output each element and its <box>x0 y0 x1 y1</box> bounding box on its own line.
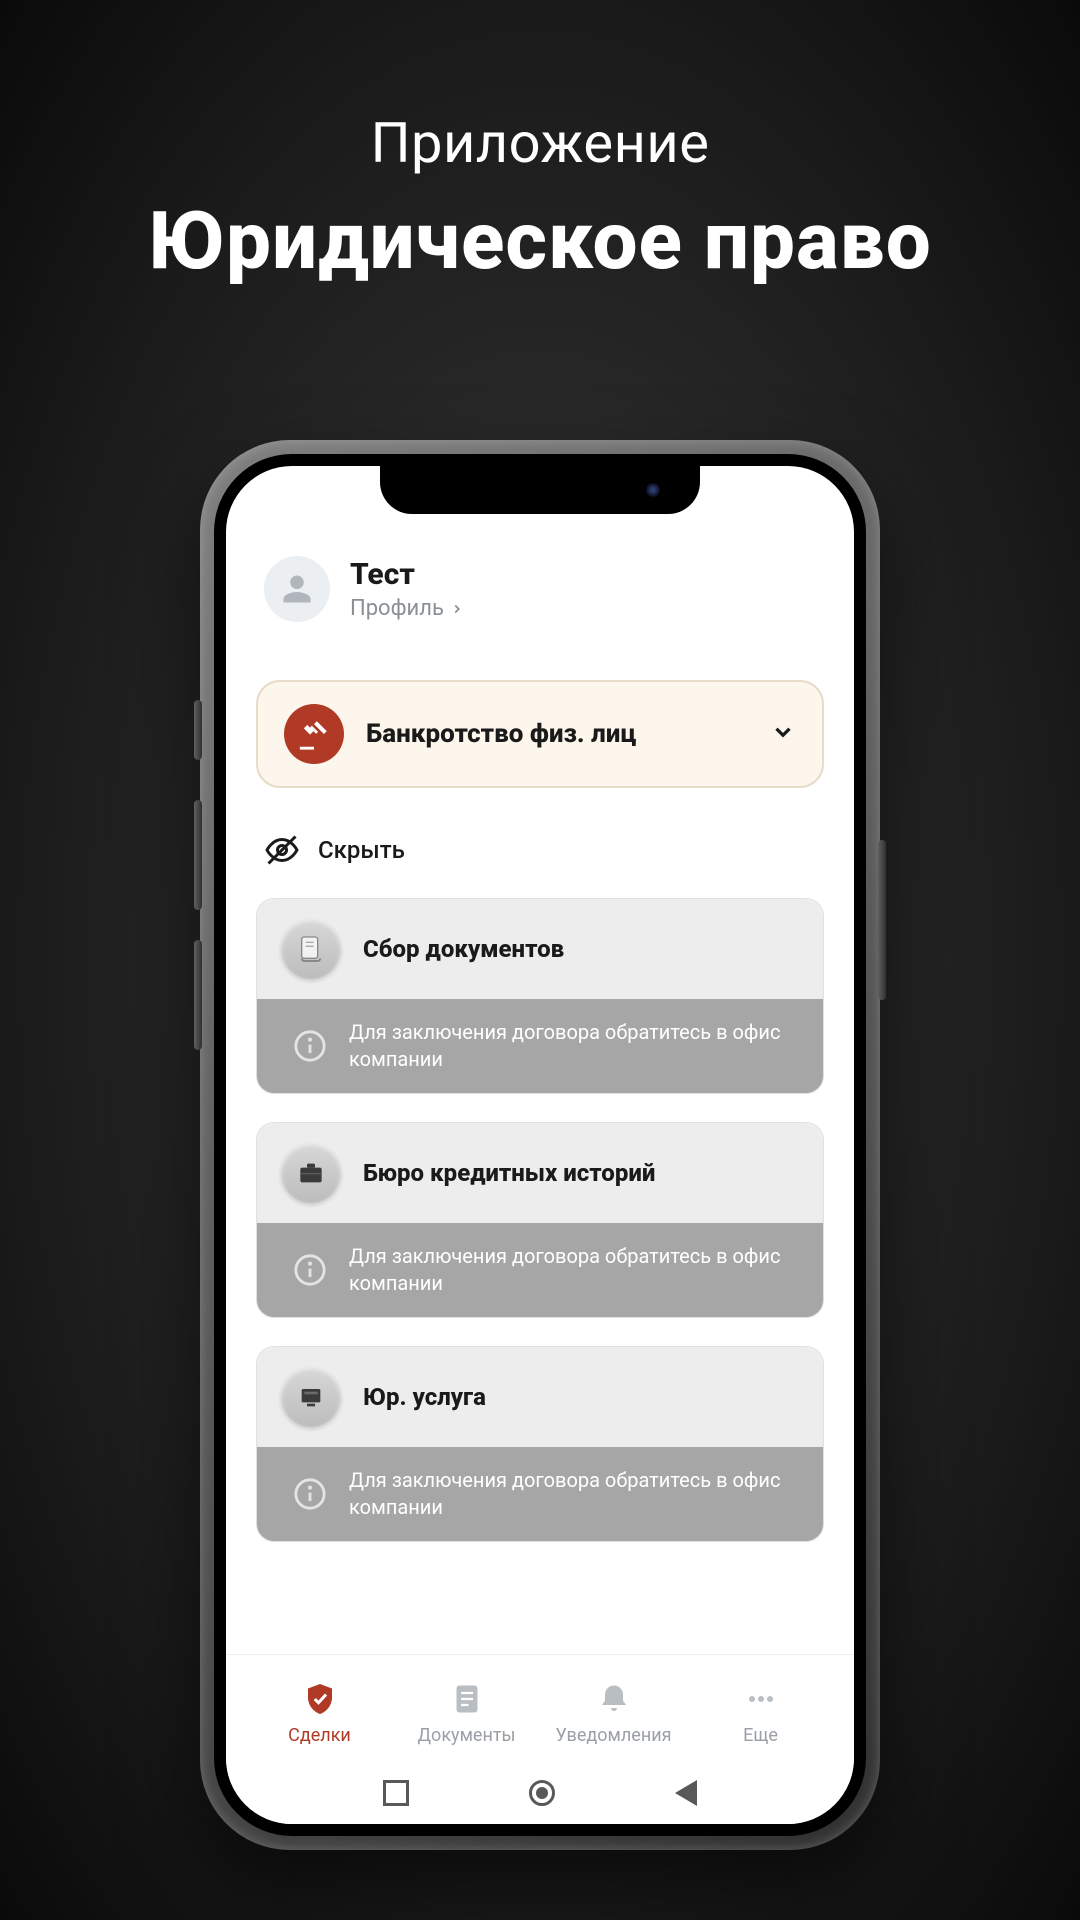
phone-notch <box>380 466 700 514</box>
hide-toggle[interactable]: Скрыть <box>256 788 824 898</box>
phone-vol-up <box>194 800 202 910</box>
nav-home-icon[interactable] <box>529 1780 555 1806</box>
tab-more[interactable]: Еще <box>696 1681 826 1746</box>
phone-frame: Тест Профиль Банкротство физ. лиц <box>200 440 880 1850</box>
card-title: Сбор документов <box>363 935 564 963</box>
phone-mute-switch <box>194 700 202 760</box>
tab-deals[interactable]: Сделки <box>255 1681 385 1746</box>
phone-screen: Тест Профиль Банкротство физ. лиц <box>226 466 854 1824</box>
card-subtitle: Для заключения договора обратитесь в офи… <box>349 1467 799 1521</box>
person-icon <box>279 571 315 607</box>
category-dropdown[interactable]: Банкротство физ. лиц <box>256 680 824 788</box>
card-item[interactable]: Юр. услуга Для заключения договора обрат… <box>256 1346 824 1542</box>
card-title: Юр. услуга <box>363 1383 486 1411</box>
bell-icon <box>596 1681 632 1717</box>
info-icon <box>293 1253 327 1287</box>
card-list: Сбор документов Для заключения договора … <box>256 898 824 1542</box>
phone-power-button <box>878 840 886 1000</box>
card-item[interactable]: Сбор документов Для заключения договора … <box>256 898 824 1094</box>
service-icon <box>281 1367 341 1427</box>
nav-recent-icon[interactable] <box>383 1780 409 1806</box>
tab-label: Еще <box>743 1725 778 1746</box>
card-item[interactable]: Бюро кредитных историй Для заключения до… <box>256 1122 824 1318</box>
category-label: Банкротство физ. лиц <box>366 719 748 749</box>
hero-title: Юридическое право <box>0 194 1080 288</box>
document-scroll-icon <box>281 919 341 979</box>
profile-link[interactable]: Профиль <box>350 596 464 621</box>
android-nav-keys <box>226 1762 854 1824</box>
app-root: Тест Профиль Банкротство физ. лиц <box>226 466 854 1824</box>
camera-icon <box>646 483 660 497</box>
more-icon <box>743 1681 779 1717</box>
info-icon <box>293 1029 327 1063</box>
profile-row[interactable]: Тест Профиль <box>256 556 824 650</box>
tab-label: Уведомления <box>556 1725 672 1746</box>
tab-bar: Сделки Документы Уведомления Еще <box>226 1654 854 1824</box>
card-title: Бюро кредитных историй <box>363 1159 655 1187</box>
chevron-down-icon <box>770 719 796 749</box>
tab-notifications[interactable]: Уведомления <box>549 1681 679 1746</box>
tab-documents[interactable]: Документы <box>402 1681 532 1746</box>
card-subtitle: Для заключения договора обратитесь в офи… <box>349 1243 799 1297</box>
eye-off-icon <box>264 832 300 868</box>
hero-kicker: Приложение <box>0 110 1080 176</box>
file-icon <box>449 1681 485 1717</box>
tab-label: Сделки <box>288 1725 351 1746</box>
nav-back-icon[interactable] <box>675 1780 697 1806</box>
chevron-right-icon <box>450 602 464 616</box>
promo-hero: Приложение Юридическое право <box>0 0 1080 288</box>
phone-vol-down <box>194 940 202 1050</box>
avatar <box>264 556 330 622</box>
hide-label: Скрыть <box>318 836 405 864</box>
card-subtitle: Для заключения договора обратитесь в офи… <box>349 1019 799 1073</box>
tab-label: Документы <box>418 1725 516 1746</box>
briefcase-icon <box>281 1143 341 1203</box>
shield-check-icon <box>302 1681 338 1717</box>
profile-name: Тест <box>350 557 464 592</box>
info-icon <box>293 1477 327 1511</box>
gavel-icon <box>284 704 344 764</box>
profile-link-label: Профиль <box>350 596 444 621</box>
